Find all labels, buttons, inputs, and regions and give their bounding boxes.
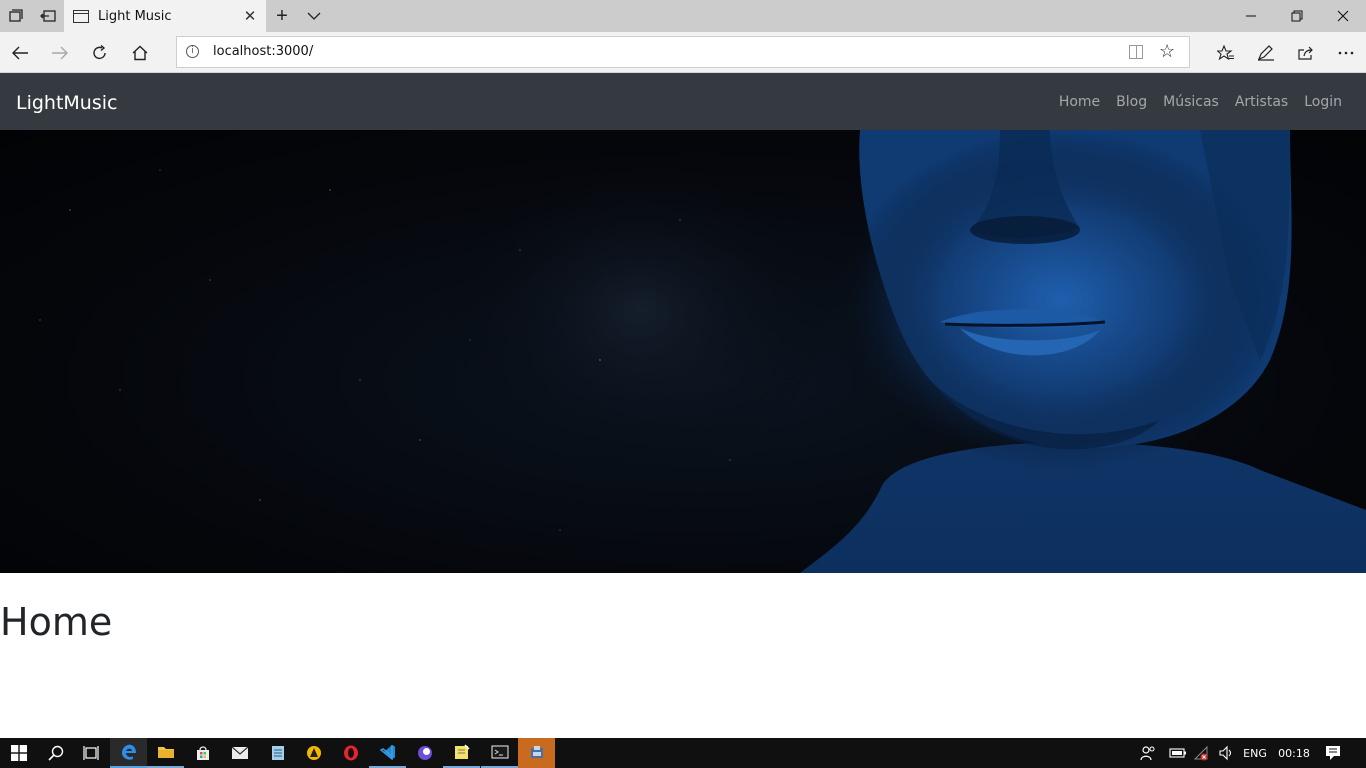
new-tab-button[interactable]: + [266, 0, 298, 32]
browser-toolbar: i localhost:3000/ ☆ [0, 32, 1366, 73]
restore-button[interactable] [1274, 0, 1320, 32]
tab-title: Light Music [98, 8, 172, 24]
home-icon[interactable] [120, 32, 160, 73]
search-icon[interactable] [37, 738, 74, 768]
site-brand[interactable]: LightMusic [16, 92, 117, 114]
notes-icon[interactable] [1246, 32, 1286, 73]
reading-view-icon[interactable] [1129, 45, 1143, 59]
browser-tab[interactable]: Light Music ✕ [64, 0, 266, 32]
tab-page-icon [73, 9, 89, 23]
tab-list-button[interactable] [298, 0, 330, 32]
windows-start-icon[interactable] [0, 738, 37, 768]
forward-icon[interactable] [40, 32, 80, 73]
file-explorer-icon[interactable] [147, 738, 184, 768]
windows-taskbar: ENG 00:18 [0, 738, 1366, 768]
edge-icon[interactable] [110, 738, 147, 768]
address-bar[interactable]: i localhost:3000/ ☆ [176, 36, 1190, 68]
network-icon[interactable] [1190, 738, 1214, 768]
site-navbar: LightMusic Home Blog Músicas Artistas Lo… [0, 73, 1366, 130]
minimize-button[interactable] [1228, 0, 1274, 32]
share-icon[interactable] [1286, 32, 1326, 73]
volume-icon[interactable] [1214, 738, 1238, 768]
notepad-icon[interactable] [259, 738, 296, 768]
info-icon[interactable]: i [186, 45, 199, 58]
app-yellow-icon[interactable] [295, 738, 332, 768]
tab-aside-icon[interactable] [0, 0, 32, 32]
vscode-icon[interactable] [369, 738, 406, 768]
back-icon[interactable] [0, 32, 40, 73]
people-icon[interactable] [1136, 738, 1160, 768]
page-heading: Home [0, 600, 113, 644]
store-icon[interactable] [184, 738, 221, 768]
notification-icon[interactable] [1318, 738, 1348, 768]
clock[interactable]: 00:18 [1274, 738, 1314, 768]
favorite-star-icon[interactable]: ☆ [1159, 41, 1175, 62]
nav-link-login[interactable]: Login [1304, 94, 1342, 110]
hero-image [0, 130, 1366, 573]
terminal-icon[interactable] [481, 738, 518, 768]
site-nav-links: Home Blog Músicas Artistas Login [1059, 73, 1342, 130]
url-text[interactable]: localhost:3000/ [213, 44, 313, 59]
app-active-icon[interactable] [518, 738, 555, 768]
more-icon[interactable] [1326, 32, 1366, 73]
refresh-icon[interactable] [80, 32, 120, 73]
nav-link-artistas[interactable]: Artistas [1235, 94, 1288, 110]
tab-close-icon[interactable]: ✕ [234, 7, 266, 25]
mail-icon[interactable] [221, 738, 258, 768]
tab-back-icon[interactable] [32, 0, 64, 32]
opera-icon[interactable] [332, 738, 369, 768]
task-view-icon[interactable] [72, 738, 109, 768]
browser-tab-strip: Light Music ✕ + [0, 0, 1366, 32]
nav-link-blog[interactable]: Blog [1116, 94, 1147, 110]
close-window-button[interactable] [1320, 0, 1366, 32]
favorites-icon[interactable] [1206, 32, 1246, 73]
sticky-notes-icon[interactable] [443, 738, 480, 768]
language-indicator[interactable]: ENG [1240, 738, 1270, 768]
nav-link-home[interactable]: Home [1059, 94, 1100, 110]
battery-icon[interactable] [1166, 738, 1190, 768]
nav-link-musicas[interactable]: Músicas [1163, 94, 1219, 110]
app-purple-icon[interactable] [406, 738, 443, 768]
